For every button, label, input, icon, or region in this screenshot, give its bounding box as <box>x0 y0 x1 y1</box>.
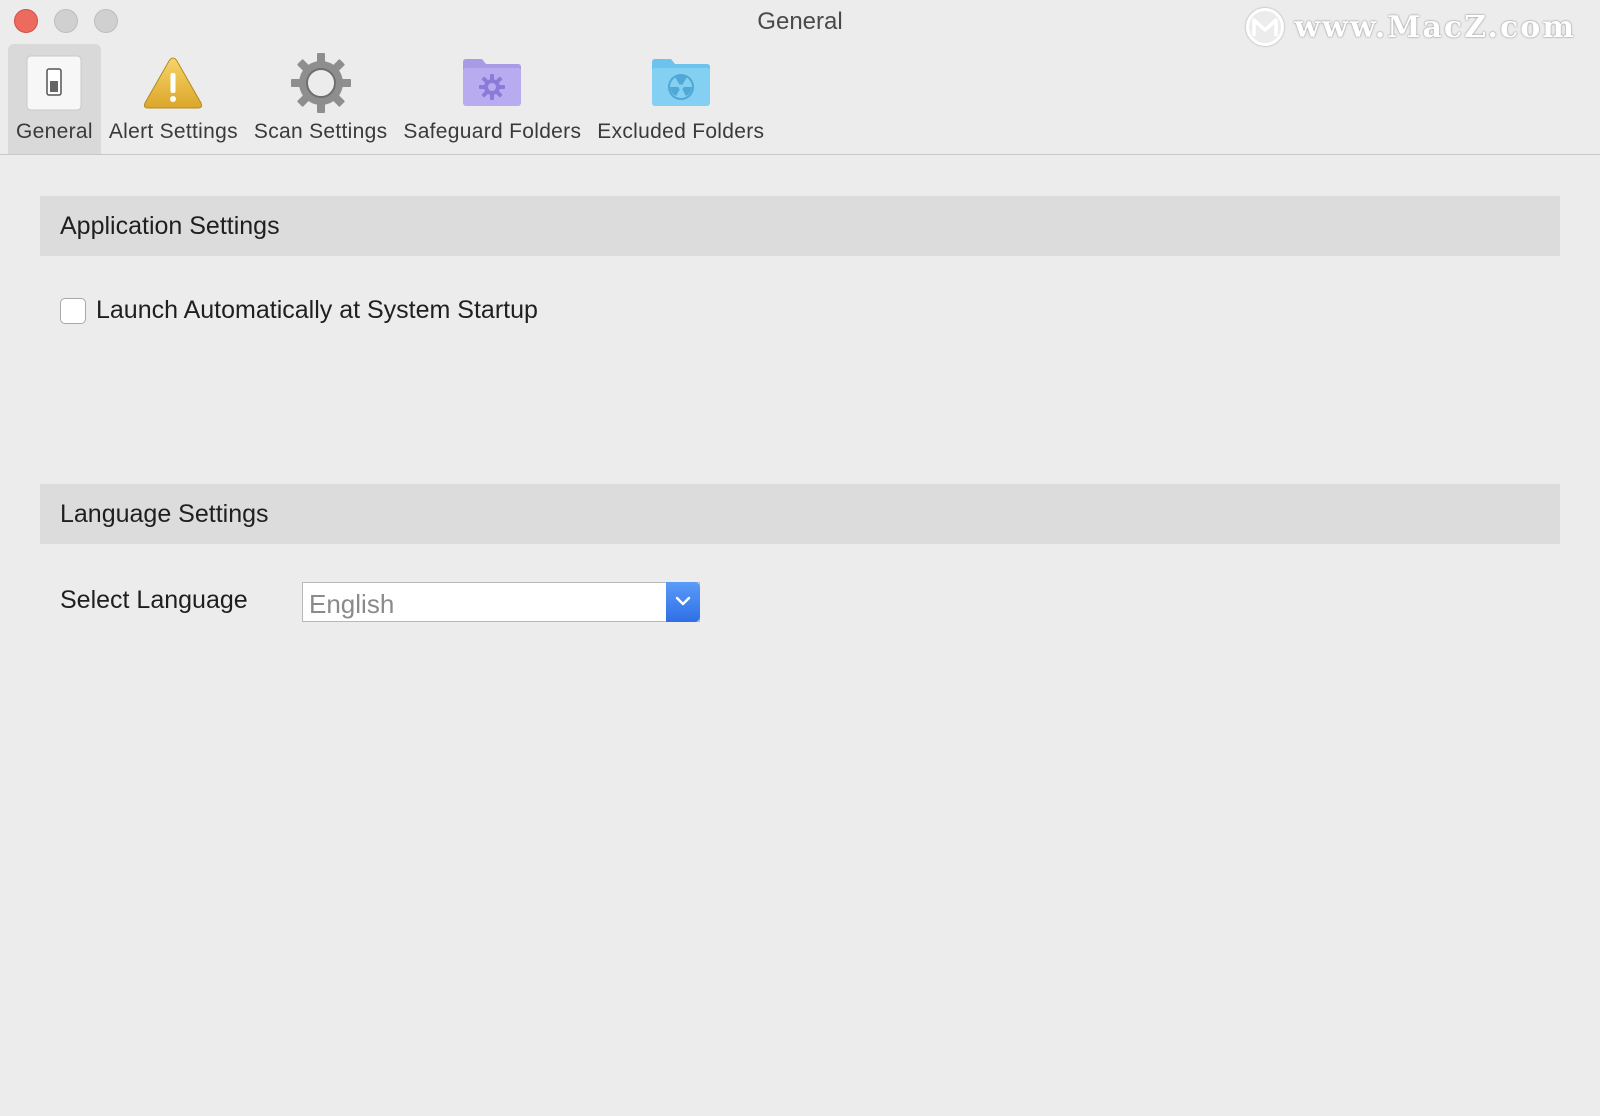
watermark: www.MacZ.com <box>1246 8 1576 46</box>
switch-icon <box>19 50 89 116</box>
tab-label: Scan Settings <box>253 120 388 143</box>
tab-safeguard-folders[interactable]: Safeguard Folders <box>395 44 589 154</box>
tab-label: General <box>16 120 93 143</box>
section-title: Language Settings <box>60 499 269 528</box>
tab-excluded-folders[interactable]: Excluded Folders <box>589 44 772 154</box>
language-select-value[interactable]: English <box>303 583 666 621</box>
warning-icon <box>138 50 208 116</box>
select-language-label: Select Language <box>60 586 248 614</box>
purple-gear-folder-icon <box>457 50 527 116</box>
chevron-down-icon <box>675 593 691 611</box>
preferences-window: General www.MacZ.com General Alert Setti… <box>0 0 1600 1116</box>
section-title: Application Settings <box>60 211 280 240</box>
launch-at-startup-checkbox[interactable] <box>60 297 86 324</box>
tab-label: Alert Settings <box>108 120 238 143</box>
launch-at-startup-row[interactable]: Launch Automatically at System Startup <box>60 296 538 325</box>
tab-label: Safeguard Folders <box>403 120 582 143</box>
application-settings-header: Application Settings <box>40 196 1560 256</box>
language-settings-header: Language Settings <box>40 484 1560 544</box>
dropdown-button[interactable] <box>666 582 700 622</box>
language-select[interactable]: English <box>302 582 700 622</box>
watermark-text: www.MacZ.com <box>1294 9 1576 45</box>
tab-label: Excluded Folders <box>597 120 765 143</box>
macz-logo-icon <box>1246 8 1285 46</box>
checkbox-label[interactable]: Launch Automatically at System Startup <box>96 296 538 325</box>
gear-icon <box>286 50 356 116</box>
tab-general[interactable]: General <box>8 44 101 154</box>
tab-scan-settings[interactable]: Scan Settings <box>246 44 395 154</box>
title-bar: General www.MacZ.com General Alert Setti… <box>0 0 1600 155</box>
preferences-toolbar: General Alert Settings Scan Settings Saf… <box>8 44 772 154</box>
blue-radiation-folder-icon <box>646 50 716 116</box>
tab-alert-settings[interactable]: Alert Settings <box>101 44 246 154</box>
